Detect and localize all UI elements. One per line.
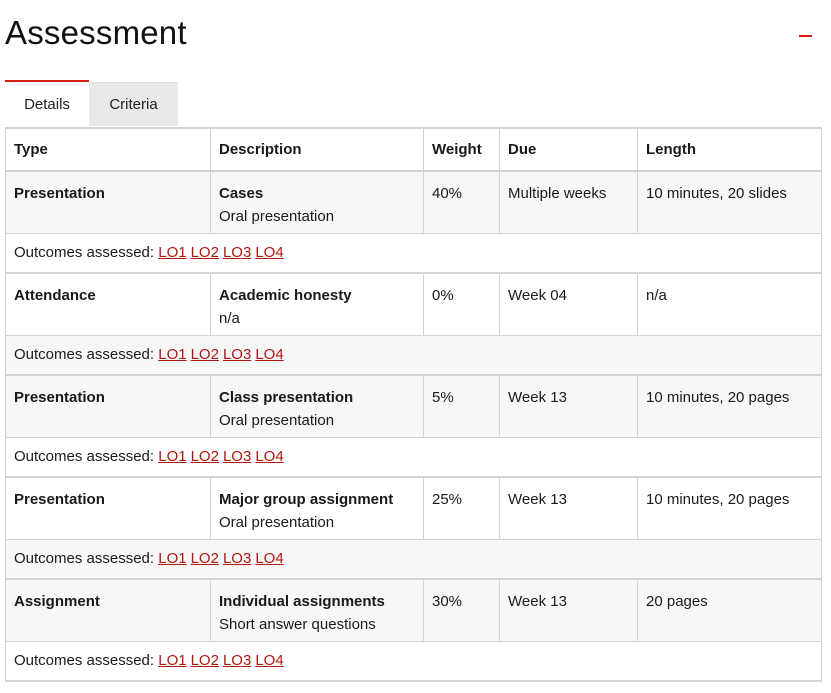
cell-weight: 25% bbox=[423, 476, 500, 540]
outcome-link[interactable]: LO1 bbox=[158, 244, 186, 261]
cell-due: Multiple weeks bbox=[499, 170, 638, 234]
collapse-icon[interactable] bbox=[799, 35, 812, 37]
column-header-type: Type bbox=[5, 127, 211, 172]
description-subtitle: Oral presentation bbox=[219, 208, 335, 225]
cell-length: 10 minutes, 20 pages bbox=[637, 476, 822, 540]
outcomes-cell: Outcomes assessed: LO1 LO2 LO3 LO4 bbox=[5, 538, 822, 580]
cell-length: 10 minutes, 20 pages bbox=[637, 374, 822, 438]
outcomes-row: Outcomes assessed: LO1 LO2 LO3 LO4 bbox=[5, 334, 822, 376]
outcome-link[interactable]: LO4 bbox=[255, 244, 283, 261]
outcomes-label: Outcomes assessed: bbox=[14, 244, 155, 262]
outcomes-label: Outcomes assessed: bbox=[14, 448, 155, 466]
outcome-link[interactable]: LO3 bbox=[223, 448, 251, 465]
type-label: Presentation bbox=[14, 185, 105, 202]
type-label: Presentation bbox=[14, 389, 105, 406]
description-title: Academic honesty bbox=[219, 287, 352, 304]
outcome-link[interactable]: LO2 bbox=[191, 652, 219, 669]
cell-type: Assignment bbox=[5, 578, 211, 642]
column-header-length: Length bbox=[637, 127, 822, 172]
outcomes-label: Outcomes assessed: bbox=[14, 346, 155, 364]
table-row: Presentation Class presentation Oral prese… bbox=[5, 374, 822, 438]
type-label: Assignment bbox=[14, 593, 100, 610]
outcomes-label: Outcomes assessed: bbox=[14, 550, 155, 568]
column-header-due: Due bbox=[499, 127, 638, 172]
description-title: Class presentation bbox=[219, 389, 354, 406]
cell-weight: 0% bbox=[423, 272, 500, 336]
column-header-weight: Weight bbox=[423, 127, 500, 172]
cell-description: Individual assignments Short answer quest… bbox=[210, 578, 424, 642]
outcomes-row: Outcomes assessed: LO1 LO2 LO3 LO4 bbox=[5, 232, 822, 274]
cell-due: Week 13 bbox=[499, 476, 638, 540]
cell-due: Week 04 bbox=[499, 272, 638, 336]
table-row: Presentation Cases Oral presentation 40% Mul… bbox=[5, 170, 822, 234]
cell-length: 20 pages bbox=[637, 578, 822, 642]
outcomes-row: Outcomes assessed: LO1 LO2 LO3 LO4 bbox=[5, 436, 822, 478]
description-subtitle: Oral presentation bbox=[219, 514, 335, 531]
outcome-link[interactable]: LO4 bbox=[255, 652, 283, 669]
description-subtitle: Short answer questions bbox=[219, 616, 376, 633]
cell-description: Academic honesty n/a bbox=[210, 272, 424, 336]
table-header-row: Type Description Weight Due Length bbox=[5, 127, 822, 172]
assessment-table: Type Description Weight Due Length Prese… bbox=[5, 127, 822, 682]
cell-weight: 30% bbox=[423, 578, 500, 642]
outcome-link[interactable]: LO1 bbox=[158, 346, 186, 363]
page-title: Assessment bbox=[5, 14, 187, 51]
cell-weight: 40% bbox=[423, 170, 500, 234]
tab-criteria[interactable]: Criteria bbox=[89, 82, 178, 126]
cell-weight: 5% bbox=[423, 374, 500, 438]
description-subtitle: Oral presentation bbox=[219, 412, 335, 429]
description-subtitle: n/a bbox=[219, 310, 240, 327]
description-title: Individual assignments bbox=[219, 593, 385, 610]
outcome-link[interactable]: LO4 bbox=[255, 550, 283, 567]
tab-bar: Details Criteria bbox=[5, 80, 178, 128]
tab-details[interactable]: Details bbox=[5, 80, 89, 125]
cell-type: Presentation bbox=[5, 374, 211, 438]
outcome-link[interactable]: LO1 bbox=[158, 448, 186, 465]
cell-length: n/a bbox=[637, 272, 822, 336]
cell-description: Class presentation Oral presentation bbox=[210, 374, 424, 438]
outcome-link[interactable]: LO4 bbox=[255, 448, 283, 465]
outcome-link[interactable]: LO3 bbox=[223, 550, 251, 567]
outcome-link[interactable]: LO2 bbox=[191, 550, 219, 567]
description-title: Major group assignment bbox=[219, 491, 394, 508]
cell-description: Cases Oral presentation bbox=[210, 170, 424, 234]
type-label: Presentation bbox=[14, 491, 105, 508]
type-label: Attendance bbox=[14, 287, 96, 304]
outcomes-label: Outcomes assessed: bbox=[14, 652, 155, 670]
outcomes-cell: Outcomes assessed: LO1 LO2 LO3 LO4 bbox=[5, 334, 822, 376]
outcome-link[interactable]: LO3 bbox=[223, 652, 251, 669]
outcome-link[interactable]: LO3 bbox=[223, 346, 251, 363]
cell-type: Attendance bbox=[5, 272, 211, 336]
cell-type: Presentation bbox=[5, 476, 211, 540]
outcome-link[interactable]: LO2 bbox=[191, 448, 219, 465]
outcomes-cell: Outcomes assessed: LO1 LO2 LO3 LO4 bbox=[5, 640, 822, 682]
outcome-link[interactable]: LO1 bbox=[158, 652, 186, 669]
cell-description: Major group assignment Oral presentation bbox=[210, 476, 424, 540]
table-row: Presentation Major group assignment Oral p… bbox=[5, 476, 822, 540]
table-row: Assignment Individual assignments Short an… bbox=[5, 578, 822, 642]
outcome-link[interactable]: LO3 bbox=[223, 244, 251, 261]
outcomes-cell: Outcomes assessed: LO1 LO2 LO3 LO4 bbox=[5, 232, 822, 274]
table-row: Attendance Academic honesty n/a 0% Week 04 n/… bbox=[5, 272, 822, 336]
outcomes-row: Outcomes assessed: LO1 LO2 LO3 LO4 bbox=[5, 538, 822, 580]
outcomes-cell: Outcomes assessed: LO1 LO2 LO3 LO4 bbox=[5, 436, 822, 478]
outcome-link[interactable]: LO4 bbox=[255, 346, 283, 363]
outcomes-row: Outcomes assessed: LO1 LO2 LO3 LO4 bbox=[5, 640, 822, 682]
outcome-link[interactable]: LO1 bbox=[158, 550, 186, 567]
cell-length: 10 minutes, 20 slides bbox=[637, 170, 822, 234]
column-header-description: Description bbox=[210, 127, 424, 172]
outcome-link[interactable]: LO2 bbox=[191, 346, 219, 363]
cell-due: Week 13 bbox=[499, 578, 638, 642]
cell-type: Presentation bbox=[5, 170, 211, 234]
outcome-link[interactable]: LO2 bbox=[191, 244, 219, 261]
description-title: Cases bbox=[219, 185, 264, 202]
cell-due: Week 13 bbox=[499, 374, 638, 438]
